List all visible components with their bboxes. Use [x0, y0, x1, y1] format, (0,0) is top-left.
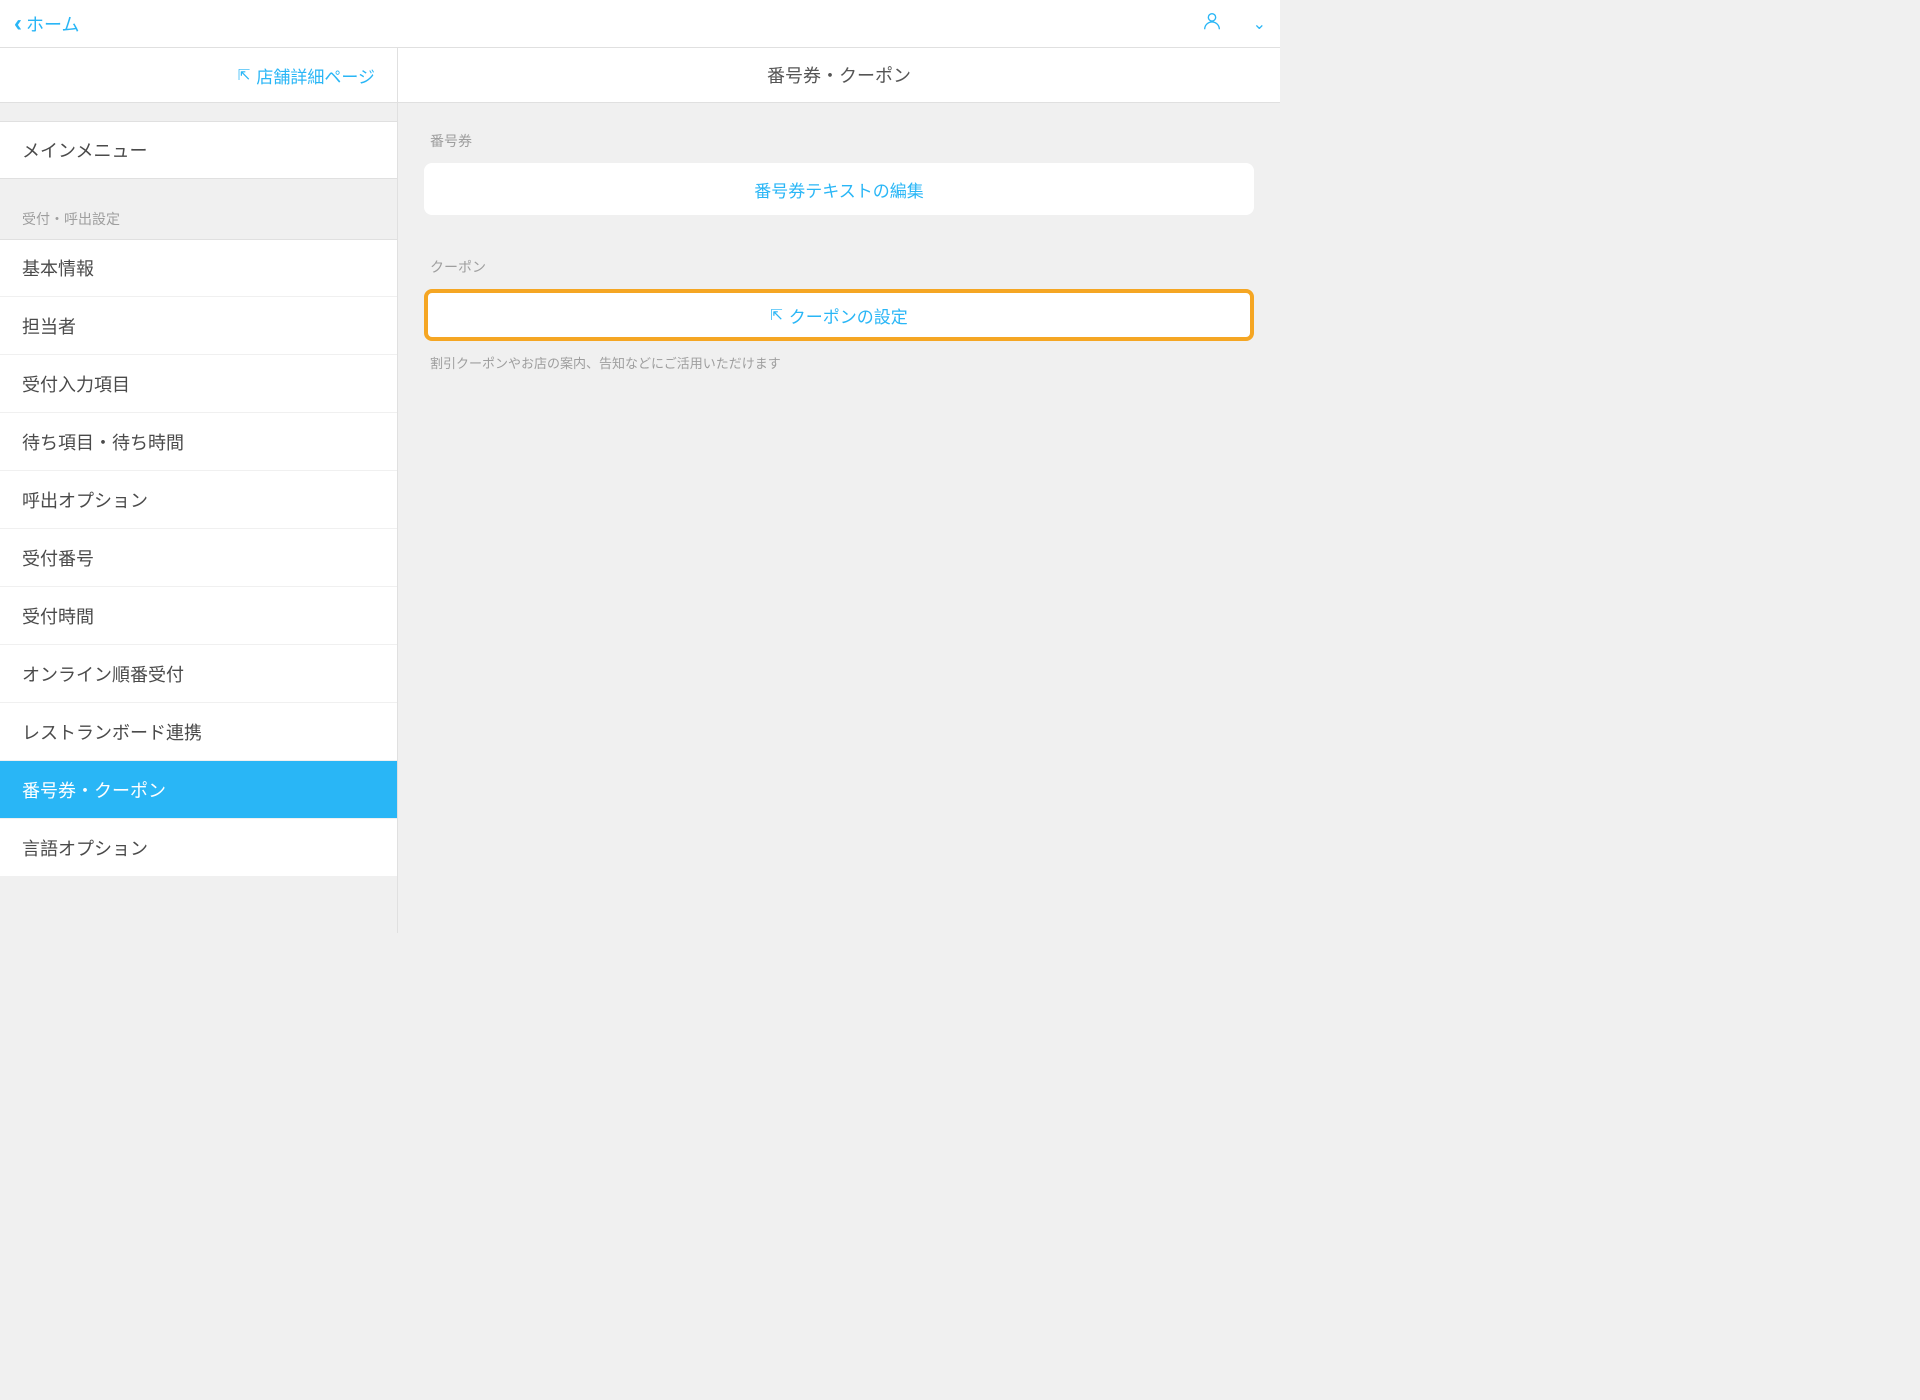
sidebar-item-label: 言語オプション: [22, 835, 148, 861]
sidebar-item-language-options[interactable]: 言語オプション: [0, 819, 397, 877]
external-link-icon: ⇱: [770, 306, 783, 324]
ticket-group-label: 番号券: [424, 131, 1254, 151]
store-detail-label: 店舗詳細ページ: [256, 63, 375, 88]
chevron-left-icon: ‹: [14, 10, 22, 38]
section-header: 受付・呼出設定: [0, 179, 397, 239]
user-icon[interactable]: [1201, 10, 1223, 37]
sidebar-item-ticket-coupon[interactable]: 番号券・クーポン: [0, 761, 397, 819]
sidebar-item-label: 基本情報: [22, 255, 94, 281]
edit-ticket-text-button[interactable]: 番号券テキストの編集: [424, 163, 1254, 215]
sidebar-item-staff[interactable]: 担当者: [0, 297, 397, 355]
page-title: 番号券・クーポン: [398, 48, 1280, 103]
sidebar-item-call-options[interactable]: 呼出オプション: [0, 471, 397, 529]
main-menu-item[interactable]: メインメニュー: [0, 121, 397, 179]
back-label: ホーム: [26, 11, 79, 37]
main-menu-label: メインメニュー: [22, 137, 147, 163]
sidebar-item-label: 受付時間: [22, 603, 94, 629]
back-button[interactable]: ‹ ホーム: [14, 10, 79, 38]
edit-ticket-text-label: 番号券テキストの編集: [754, 177, 924, 202]
coupon-help-text: 割引クーポンやお店の案内、告知などにご活用いただけます: [424, 353, 1254, 372]
sidebar-item-reception-time[interactable]: 受付時間: [0, 587, 397, 645]
header-right: ⌄: [1201, 10, 1266, 37]
sidebar-item-reception-number[interactable]: 受付番号: [0, 529, 397, 587]
sidebar-item-label: 待ち項目・待ち時間: [22, 429, 184, 455]
sidebar-item-wait-items[interactable]: 待ち項目・待ち時間: [0, 413, 397, 471]
coupon-group-label: クーポン: [424, 257, 1254, 277]
sidebar-item-label: レストランボード連携: [22, 719, 202, 745]
sidebar-item-label: 受付入力項目: [22, 371, 130, 397]
chevron-down-icon[interactable]: ⌄: [1253, 14, 1266, 34]
sidebar-item-restaurant-board[interactable]: レストランボード連携: [0, 703, 397, 761]
external-link-icon: ⇱: [238, 66, 251, 84]
sidebar-item-label: 番号券・クーポン: [22, 777, 166, 803]
sidebar: ⇱ 店舗詳細ページ メインメニュー 受付・呼出設定 基本情報 担当者 受付入力項…: [0, 48, 398, 933]
app-header: ‹ ホーム ⌄: [0, 0, 1280, 48]
store-detail-link[interactable]: ⇱ 店舗詳細ページ: [0, 48, 397, 103]
main-panel: 番号券・クーポン 番号券 番号券テキストの編集 クーポン ⇱ クーポンの設定 割…: [398, 48, 1280, 933]
sidebar-item-label: 受付番号: [22, 545, 94, 571]
sidebar-item-basic-info[interactable]: 基本情報: [0, 239, 397, 297]
coupon-settings-label: クーポンの設定: [789, 303, 908, 328]
sidebar-item-online-queue[interactable]: オンライン順番受付: [0, 645, 397, 703]
sidebar-item-label: オンライン順番受付: [22, 661, 184, 687]
coupon-settings-button[interactable]: ⇱ クーポンの設定: [424, 289, 1254, 341]
sidebar-item-label: 担当者: [22, 313, 76, 339]
sidebar-item-reception-fields[interactable]: 受付入力項目: [0, 355, 397, 413]
sidebar-item-label: 呼出オプション: [22, 487, 148, 513]
